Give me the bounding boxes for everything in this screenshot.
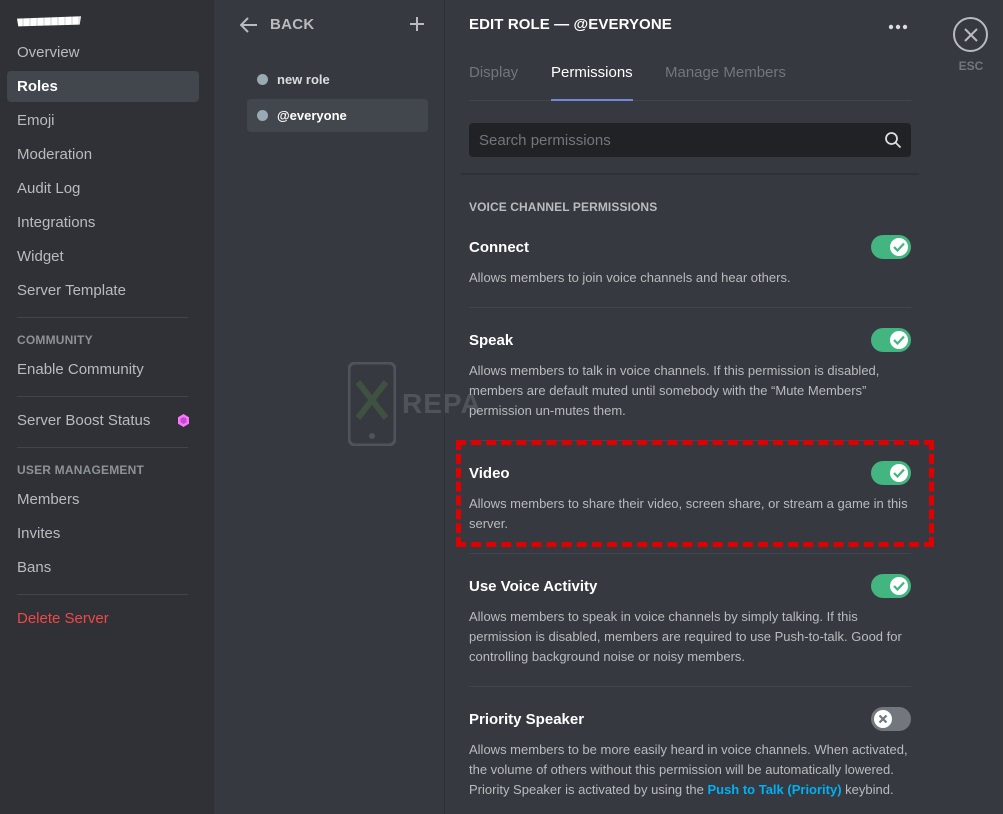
- sidebar-item-integrations[interactable]: Integrations: [7, 207, 199, 238]
- role-tabs: Display Permissions Manage Members: [469, 56, 911, 101]
- wrench-screwdriver-logo-icon: [348, 362, 396, 446]
- role-name: new role: [277, 72, 330, 87]
- x-icon: [874, 710, 892, 728]
- permission-name: Connect: [469, 239, 529, 256]
- edit-role-panel: EDIT ROLE — @EVERYONE Display Permission…: [445, 0, 935, 814]
- server-name-redacted: [17, 16, 81, 27]
- check-icon: [890, 238, 908, 256]
- sidebar-item-widget[interactable]: Widget: [7, 241, 199, 272]
- sidebar-item-emoji[interactable]: Emoji: [7, 105, 199, 136]
- permission-divider: [469, 307, 911, 308]
- close-button[interactable]: [953, 17, 988, 52]
- permission-use-voice-activity: Use Voice Activity Allows members to spe…: [469, 574, 911, 667]
- sidebar-item-label: Server Boost Status: [17, 412, 151, 429]
- boost-gem-icon: [178, 414, 189, 427]
- role-color-dot: [257, 74, 268, 85]
- settings-sidebar: Overview Roles Emoji Moderation Audit Lo…: [0, 0, 214, 814]
- search-placeholder: Search permissions: [479, 131, 611, 149]
- check-icon: [890, 331, 908, 349]
- permission-name: Use Voice Activity: [469, 578, 598, 595]
- add-role-button[interactable]: [409, 16, 425, 37]
- sidebar-header-community: COMMUNITY: [17, 333, 93, 347]
- search-permissions-input[interactable]: Search permissions: [469, 123, 911, 157]
- permission-speak: Speak Allows members to talk in voice ch…: [469, 328, 911, 421]
- more-options-button[interactable]: [888, 17, 908, 35]
- permission-description: Allows members to speak in voice channel…: [469, 609, 902, 664]
- role-item-everyone[interactable]: @everyone: [247, 99, 428, 132]
- permission-name: Speak: [469, 332, 514, 349]
- esc-label: ESC: [958, 59, 984, 73]
- sidebar-divider: [17, 447, 188, 448]
- permission-description: Allows members to join voice channels an…: [469, 270, 791, 285]
- tab-permissions[interactable]: Permissions: [551, 64, 633, 101]
- description-text: keybind.: [841, 782, 894, 797]
- role-name: @everyone: [277, 108, 347, 123]
- permission-toggle-use-voice-activity[interactable]: [871, 574, 911, 598]
- sidebar-item-members[interactable]: Members: [7, 484, 199, 515]
- permission-connect: Connect Allows members to join voice cha…: [469, 235, 911, 288]
- more-horizontal-icon: [888, 24, 908, 30]
- sidebar-item-server-template[interactable]: Server Template: [7, 275, 199, 306]
- sidebar-item-invites[interactable]: Invites: [7, 518, 199, 549]
- permission-toggle-priority-speaker[interactable]: [871, 707, 911, 731]
- role-color-dot: [257, 110, 268, 121]
- sidebar-divider: [17, 317, 188, 318]
- sidebar-divider: [17, 396, 188, 397]
- sidebar-divider: [17, 594, 188, 595]
- permission-toggle-connect[interactable]: [871, 235, 911, 259]
- sidebar-item-bans[interactable]: Bans: [7, 552, 199, 583]
- close-icon: [963, 27, 978, 42]
- back-button[interactable]: BACK: [240, 16, 315, 33]
- sidebar-item-roles[interactable]: Roles: [7, 71, 199, 102]
- push-to-talk-priority-link[interactable]: Push to Talk (Priority): [707, 782, 841, 797]
- tab-manage-members[interactable]: Manage Members: [665, 64, 786, 101]
- permission-divider: [469, 686, 911, 687]
- section-header-voice-permissions: VOICE CHANNEL PERMISSIONS: [469, 200, 658, 214]
- tab-display[interactable]: Display: [469, 64, 518, 101]
- role-item-new-role[interactable]: new role: [247, 63, 428, 96]
- sidebar-item-enable-community[interactable]: Enable Community: [7, 354, 199, 385]
- permission-description: Allows members to be more easily heard i…: [469, 740, 911, 800]
- permission-name: Priority Speaker: [469, 711, 585, 728]
- sidebar-item-delete-server[interactable]: Delete Server: [7, 603, 199, 634]
- check-icon: [890, 464, 908, 482]
- permission-toggle-speak[interactable]: [871, 328, 911, 352]
- sidebar-item-audit-log[interactable]: Audit Log: [7, 173, 199, 204]
- permission-toggle-video[interactable]: [871, 461, 911, 485]
- page-title: EDIT ROLE — @EVERYONE: [469, 16, 672, 33]
- permission-video: Video Allows members to share their vide…: [469, 461, 911, 534]
- search-icon: [885, 132, 902, 149]
- permission-description: Allows members to share their video, scr…: [469, 496, 908, 531]
- sidebar-item-moderation[interactable]: Moderation: [7, 139, 199, 170]
- permission-divider: [469, 440, 911, 441]
- header-divider: [461, 173, 919, 175]
- check-icon: [890, 577, 908, 595]
- permission-description: Allows members to talk in voice channels…: [469, 363, 880, 418]
- sidebar-item-overview[interactable]: Overview: [7, 37, 199, 68]
- permission-divider: [469, 553, 911, 554]
- permission-priority-speaker: Priority Speaker Allows members to be mo…: [469, 707, 911, 800]
- sidebar-header-user-management: USER MANAGEMENT: [17, 463, 145, 477]
- plus-icon: [410, 17, 424, 31]
- sidebar-item-server-boost-status[interactable]: Server Boost Status: [7, 405, 199, 436]
- back-label: BACK: [270, 16, 315, 33]
- permission-name: Video: [469, 465, 510, 482]
- arrow-left-icon: [240, 16, 257, 33]
